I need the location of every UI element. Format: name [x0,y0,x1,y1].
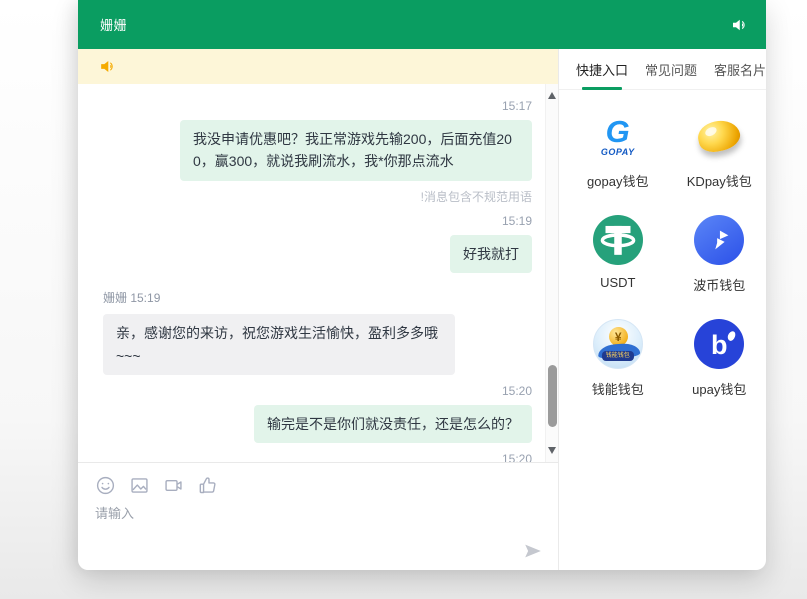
gopay-logo: GGOPAY [592,110,644,162]
message-row: 亲，感谢您的来访，祝您游戏生活愉快，盈利多多哦~~~ [103,314,532,375]
wallet-grid: GGOPAYgopay钱包KDpay钱包USDT波币钱包¥钱能钱包钱能钱包bup… [559,90,766,398]
message-history: 15:17 我没申请优惠吧？我正常游戏先输200，后面充值200，赢300，就说我… [78,84,558,462]
tab-quick-entry[interactable]: 快捷入口 [576,49,628,90]
sidebar-tabs: 快捷入口常见问题客服名片 [559,49,766,90]
chat-column: 15:17 我没申请优惠吧？我正常游戏先输200，后面充值200，赢300，就说我… [78,49,558,570]
outgoing-message-bubble: 输完是不是你们就没责任，还是怎么的？ [254,405,532,443]
window-header: 姗姗 [78,0,766,49]
message-row: 我没申请优惠吧？我正常游戏先输200，后面充值200，赢300，就说我刷流水，我… [103,120,532,181]
send-icon[interactable] [522,540,544,562]
timestamp: 15:20 [103,384,532,398]
wallet-label: USDT [600,275,635,290]
bocoin-mark [694,215,744,265]
message-input[interactable] [95,503,515,551]
emoji-icon[interactable] [95,475,116,496]
outgoing-message-bubble: 好我就打 [450,235,532,273]
sidebar-panel: 快捷入口常见问题客服名片 GGOPAY gopay钱包 KDpay钱包 USDT 波币钱… [558,49,766,570]
usdt-tether-mark [593,215,643,265]
wallet-label: gopay钱包 [587,171,648,190]
qianneng-mark: ¥钱能钱包 [593,319,643,369]
tab-agent-card[interactable]: 客服名片 [714,49,766,90]
wallet-item-kdpay[interactable]: KDpay钱包 [669,110,766,190]
like-icon[interactable] [197,475,218,496]
speaker-icon[interactable] [730,16,748,34]
video-icon[interactable] [163,475,184,496]
scroll-down-arrow-icon[interactable] [548,447,556,454]
wallet-label: 波币钱包 [693,275,745,294]
upay-logo: b [693,318,745,370]
wallet-item-upay[interactable]: b upay钱包 [669,318,766,398]
bocoin-logo [693,214,745,266]
timestamp: 15:17 [103,99,532,113]
qianneng-badge-text: 钱能钱包 [602,351,634,361]
incoming-message-bubble: 亲，感谢您的来访，祝您游戏生活愉快，盈利多多哦~~~ [103,314,455,375]
usdt-tether-logo [592,214,644,266]
qianneng-logo: ¥钱能钱包 [592,318,644,370]
tab-faq[interactable]: 常见问题 [645,49,697,90]
message-row: 好我就打 [103,235,532,273]
scrollbar-track[interactable] [545,84,558,462]
gopay-g-mark: G [606,116,630,147]
announcement-bar [78,49,558,84]
agent-title: 姗姗 [100,15,127,34]
gopay-wordmark: GOPAY [601,148,635,157]
scrollbar-thumb[interactable] [548,365,557,427]
wallet-item-gopay[interactable]: GGOPAY gopay钱包 [567,110,669,190]
wallet-label: KDpay钱包 [687,171,752,190]
message-row: 输完是不是你们就没责任，还是怎么的？ [103,405,532,443]
composer [78,462,558,570]
scroll-up-arrow-icon[interactable] [548,92,556,99]
timestamp: 15:19 [103,214,532,228]
outgoing-message-bubble: 我没申请优惠吧？我正常游戏先输200，后面充值200，赢300，就说我刷流水，我… [180,120,532,181]
wallet-label: upay钱包 [692,379,746,398]
wallet-item-bocoin[interactable]: 波币钱包 [669,214,766,294]
wallet-item-qianneng[interactable]: ¥钱能钱包钱能钱包 [567,318,669,398]
upay-mark: b [694,319,744,369]
upay-leaf-dot [726,330,736,342]
kdpay-bean-logo [693,110,745,162]
chat-window: 姗姗 15:17 我没申请优惠吧？我正常游戏先输200，后面充值200，赢300，… [78,0,766,570]
wallet-item-usdt-tether[interactable]: USDT [567,214,669,294]
timestamp: 15:20 [103,452,532,462]
image-icon[interactable] [129,475,150,496]
wallet-label: 钱能钱包 [592,379,644,398]
announcement-speaker-icon [98,57,117,76]
agent-name-label: 姗姗 15:19 [103,289,532,306]
warning-text: !消息包含不规范用语 [103,188,532,205]
kdpay-gold-bean [696,117,743,155]
